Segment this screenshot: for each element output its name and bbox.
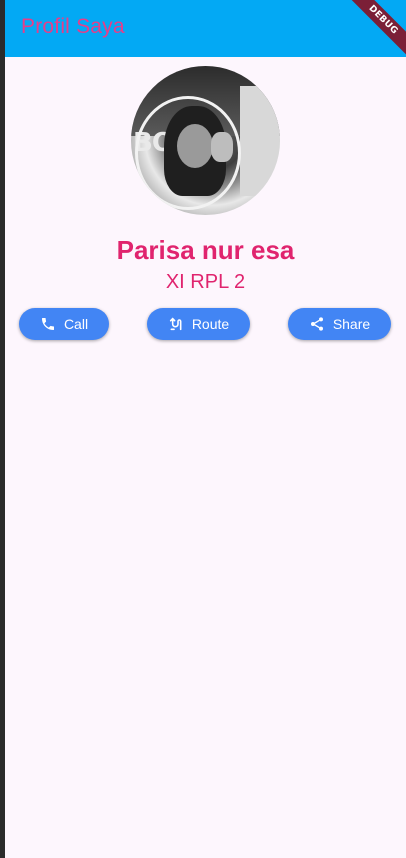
share-icon: [309, 316, 325, 332]
debug-banner: DEBUG: [338, 0, 406, 65]
route-button-label: Route: [191, 316, 230, 332]
avatar-hand: [211, 132, 233, 162]
route-icon: [168, 316, 184, 332]
phone-icon: [40, 316, 56, 332]
app-bar: Profil Saya DEBUG: [5, 0, 406, 65]
share-button[interactable]: Share: [288, 308, 391, 340]
app-bar-title: Profil Saya: [21, 15, 125, 38]
avatar-background-right: [240, 86, 280, 196]
call-button[interactable]: Call: [19, 308, 109, 340]
profile-avatar: BO: [131, 66, 280, 215]
app-screen: Profil Saya DEBUG BO Parisa nur esa XI R…: [5, 0, 406, 858]
profile-class: XI RPL 2: [165, 271, 246, 293]
share-button-label: Share: [332, 316, 371, 332]
avatar-face: [177, 124, 213, 168]
call-button-label: Call: [63, 316, 89, 332]
route-button[interactable]: Route: [147, 308, 250, 340]
profile-name: Parisa nur esa: [116, 235, 295, 265]
